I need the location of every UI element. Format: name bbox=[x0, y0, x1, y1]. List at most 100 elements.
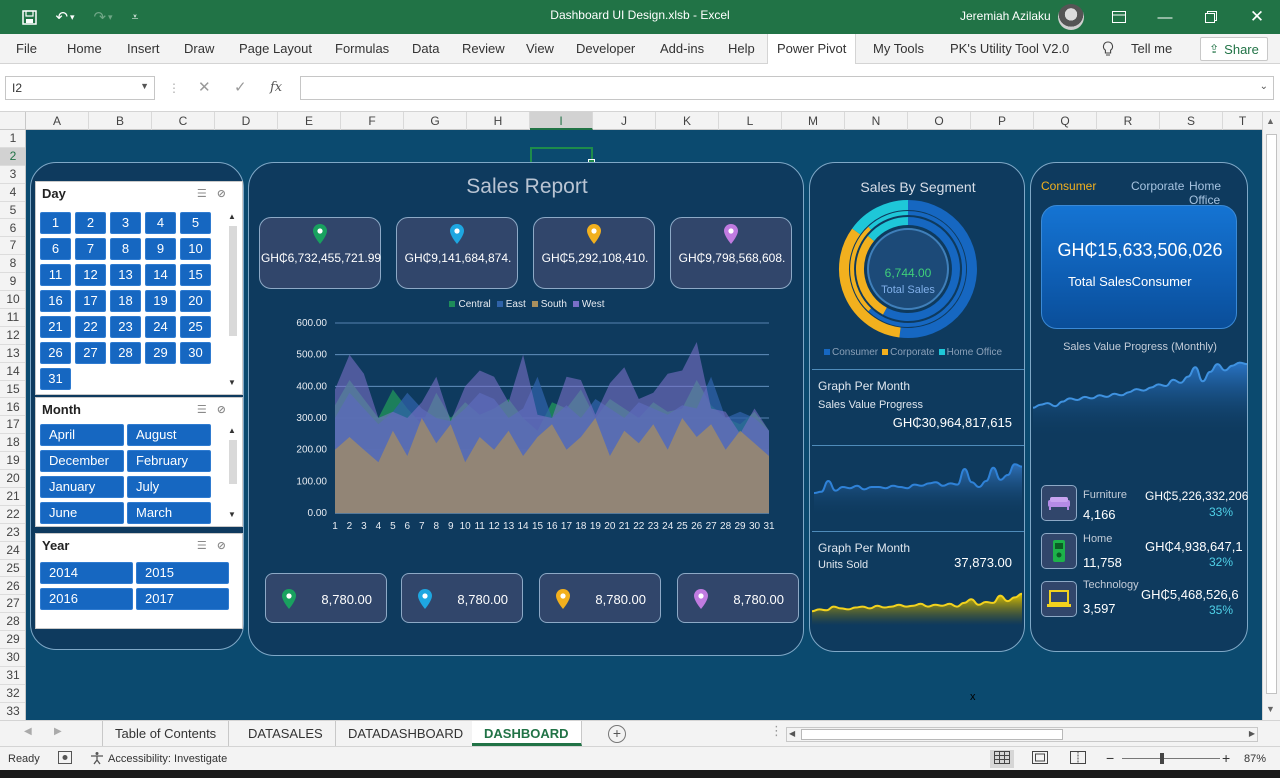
day-slicer-item[interactable]: 7 bbox=[75, 238, 106, 260]
row-header[interactable]: 31 bbox=[0, 667, 25, 685]
day-slicer-item[interactable]: 24 bbox=[145, 316, 176, 338]
sheet-tab-dashboard[interactable]: DASHBOARD bbox=[472, 721, 582, 746]
day-slicer-item[interactable]: 20 bbox=[180, 290, 211, 312]
tab-file[interactable]: File bbox=[14, 34, 39, 64]
day-slicer-item[interactable]: 4 bbox=[145, 212, 176, 234]
row-header[interactable]: 17 bbox=[0, 416, 25, 435]
undo-icon[interactable]: ↶ ▾ bbox=[48, 0, 82, 34]
column-header[interactable]: K bbox=[656, 112, 719, 130]
accessibility-status[interactable]: Accessibility: Investigate bbox=[108, 753, 227, 765]
tab-data[interactable]: Data bbox=[410, 34, 441, 64]
row-header[interactable]: 14 bbox=[0, 363, 25, 381]
row-header[interactable]: 24 bbox=[0, 542, 25, 560]
chevron-left-icon[interactable]: ◀ bbox=[24, 726, 32, 737]
select-all-corner[interactable] bbox=[0, 112, 26, 130]
save-icon[interactable] bbox=[14, 0, 44, 34]
month-slicer-item[interactable]: April bbox=[40, 424, 124, 446]
chevron-down-icon[interactable]: ▼ bbox=[228, 378, 236, 387]
row-header[interactable]: 18 bbox=[0, 434, 25, 453]
daily-sales-area-chart[interactable]: 0.00 100.00 200.00 300.00 400.00 500.00 600.00… bbox=[285, 315, 785, 545]
legend-entry[interactable]: South bbox=[531, 299, 567, 310]
month-slicer-item[interactable]: January bbox=[40, 476, 124, 498]
day-slicer-item[interactable]: 14 bbox=[145, 264, 176, 286]
name-box[interactable]: I2 ▼ bbox=[5, 76, 155, 100]
ribbon-display-icon[interactable] bbox=[1104, 0, 1134, 34]
chevron-up-icon[interactable]: ▲ bbox=[1266, 116, 1275, 126]
tab-home[interactable]: Home bbox=[65, 34, 104, 64]
page-break-view-icon[interactable] bbox=[1070, 751, 1086, 767]
clear-filter-icon[interactable]: ⊘ bbox=[217, 540, 236, 552]
column-header[interactable]: R bbox=[1097, 112, 1160, 130]
redo-icon[interactable]: ↷ ▾ bbox=[86, 0, 120, 34]
year-slicer-item[interactable]: 2016 bbox=[40, 588, 133, 610]
macro-recording-icon[interactable] bbox=[58, 751, 72, 767]
row-header[interactable]: 1 bbox=[0, 130, 25, 148]
month-slicer-item[interactable]: March bbox=[127, 502, 211, 524]
row-header[interactable]: 20 bbox=[0, 470, 25, 488]
row-header[interactable]: 28 bbox=[0, 613, 25, 632]
accessibility-icon[interactable] bbox=[90, 751, 104, 768]
day-slicer-item[interactable]: 17 bbox=[75, 290, 106, 312]
zoom-level[interactable]: 87% bbox=[1244, 753, 1266, 765]
share-button[interactable]: ⇪ Share bbox=[1200, 37, 1268, 61]
column-header[interactable]: H bbox=[467, 112, 530, 130]
sales-progress-sparkline[interactable] bbox=[814, 449, 1022, 517]
column-header[interactable]: J bbox=[593, 112, 656, 130]
chevron-right-icon[interactable]: ▶ bbox=[54, 726, 62, 737]
avatar[interactable] bbox=[1058, 4, 1084, 30]
column-header[interactable]: I bbox=[530, 112, 593, 130]
day-slicer-item[interactable]: 23 bbox=[110, 316, 141, 338]
day-slicer-item[interactable]: 12 bbox=[75, 264, 106, 286]
day-slicer-item[interactable]: 28 bbox=[110, 342, 141, 364]
day-slicer-item[interactable]: 2 bbox=[75, 212, 106, 234]
day-slicer-item[interactable]: 18 bbox=[110, 290, 141, 312]
enter-icon[interactable]: ✓ bbox=[234, 76, 247, 100]
row-header[interactable]: 4 bbox=[0, 184, 25, 202]
column-header[interactable]: S bbox=[1160, 112, 1223, 130]
units-sold-sparkline[interactable] bbox=[812, 575, 1022, 625]
day-slicer-item[interactable]: 16 bbox=[40, 290, 71, 312]
row-header[interactable]: 21 bbox=[0, 488, 25, 506]
column-header[interactable]: Q bbox=[1034, 112, 1097, 130]
tab-home-office[interactable]: Home Office bbox=[1189, 179, 1247, 207]
column-header[interactable]: O bbox=[908, 112, 971, 130]
month-slicer-item[interactable]: February bbox=[127, 450, 211, 472]
column-header[interactable]: M bbox=[782, 112, 845, 130]
day-slicer-item[interactable]: 30 bbox=[180, 342, 211, 364]
zoom-out-icon[interactable]: − bbox=[1106, 750, 1114, 766]
legend-entry[interactable]: Home Office bbox=[935, 347, 1002, 358]
month-slicer-item[interactable]: December bbox=[40, 450, 124, 472]
row-header[interactable]: 7 bbox=[0, 237, 25, 256]
chevron-down-icon[interactable]: ▼ bbox=[140, 81, 149, 91]
column-header[interactable]: T bbox=[1223, 112, 1263, 130]
normal-view-icon[interactable] bbox=[990, 750, 1014, 768]
zoom-slider-thumb[interactable] bbox=[1160, 753, 1164, 764]
column-header[interactable]: P bbox=[971, 112, 1034, 130]
chevron-down-icon[interactable]: ▼ bbox=[1266, 704, 1275, 714]
segment-donut-chart[interactable]: 6,744.00 Total Sales bbox=[838, 197, 998, 347]
day-slicer-item[interactable]: 6 bbox=[40, 238, 71, 260]
row-header[interactable]: 27 bbox=[0, 595, 25, 614]
legend-entry[interactable]: East bbox=[496, 299, 526, 310]
month-slicer-item[interactable]: August bbox=[127, 424, 211, 446]
row-header[interactable]: 9 bbox=[0, 273, 25, 292]
tab-help[interactable]: Help bbox=[726, 34, 757, 64]
scroll-thumb[interactable] bbox=[229, 440, 237, 484]
row-header[interactable]: 13 bbox=[0, 345, 25, 363]
row-header[interactable]: 19 bbox=[0, 452, 25, 471]
day-slicer-item[interactable]: 10 bbox=[180, 238, 211, 260]
year-slicer-item[interactable]: 2014 bbox=[40, 562, 133, 584]
row-header[interactable]: 15 bbox=[0, 381, 25, 399]
more-options-icon[interactable]: ⋮ bbox=[770, 723, 783, 739]
row-header[interactable]: 26 bbox=[0, 578, 25, 596]
tab-my-tools[interactable]: My Tools bbox=[871, 34, 926, 64]
row-header[interactable]: 2 bbox=[0, 147, 25, 166]
row-header[interactable]: 25 bbox=[0, 560, 25, 578]
row-header[interactable]: 6 bbox=[0, 220, 25, 238]
month-slicer-item[interactable]: July bbox=[127, 476, 211, 498]
year-slicer-item[interactable]: 2015 bbox=[136, 562, 229, 584]
multi-select-icon[interactable]: ☰ bbox=[197, 540, 217, 552]
chevron-up-icon[interactable]: ▲ bbox=[228, 426, 236, 435]
day-slicer-item[interactable]: 29 bbox=[145, 342, 176, 364]
row-header[interactable]: 22 bbox=[0, 506, 25, 524]
